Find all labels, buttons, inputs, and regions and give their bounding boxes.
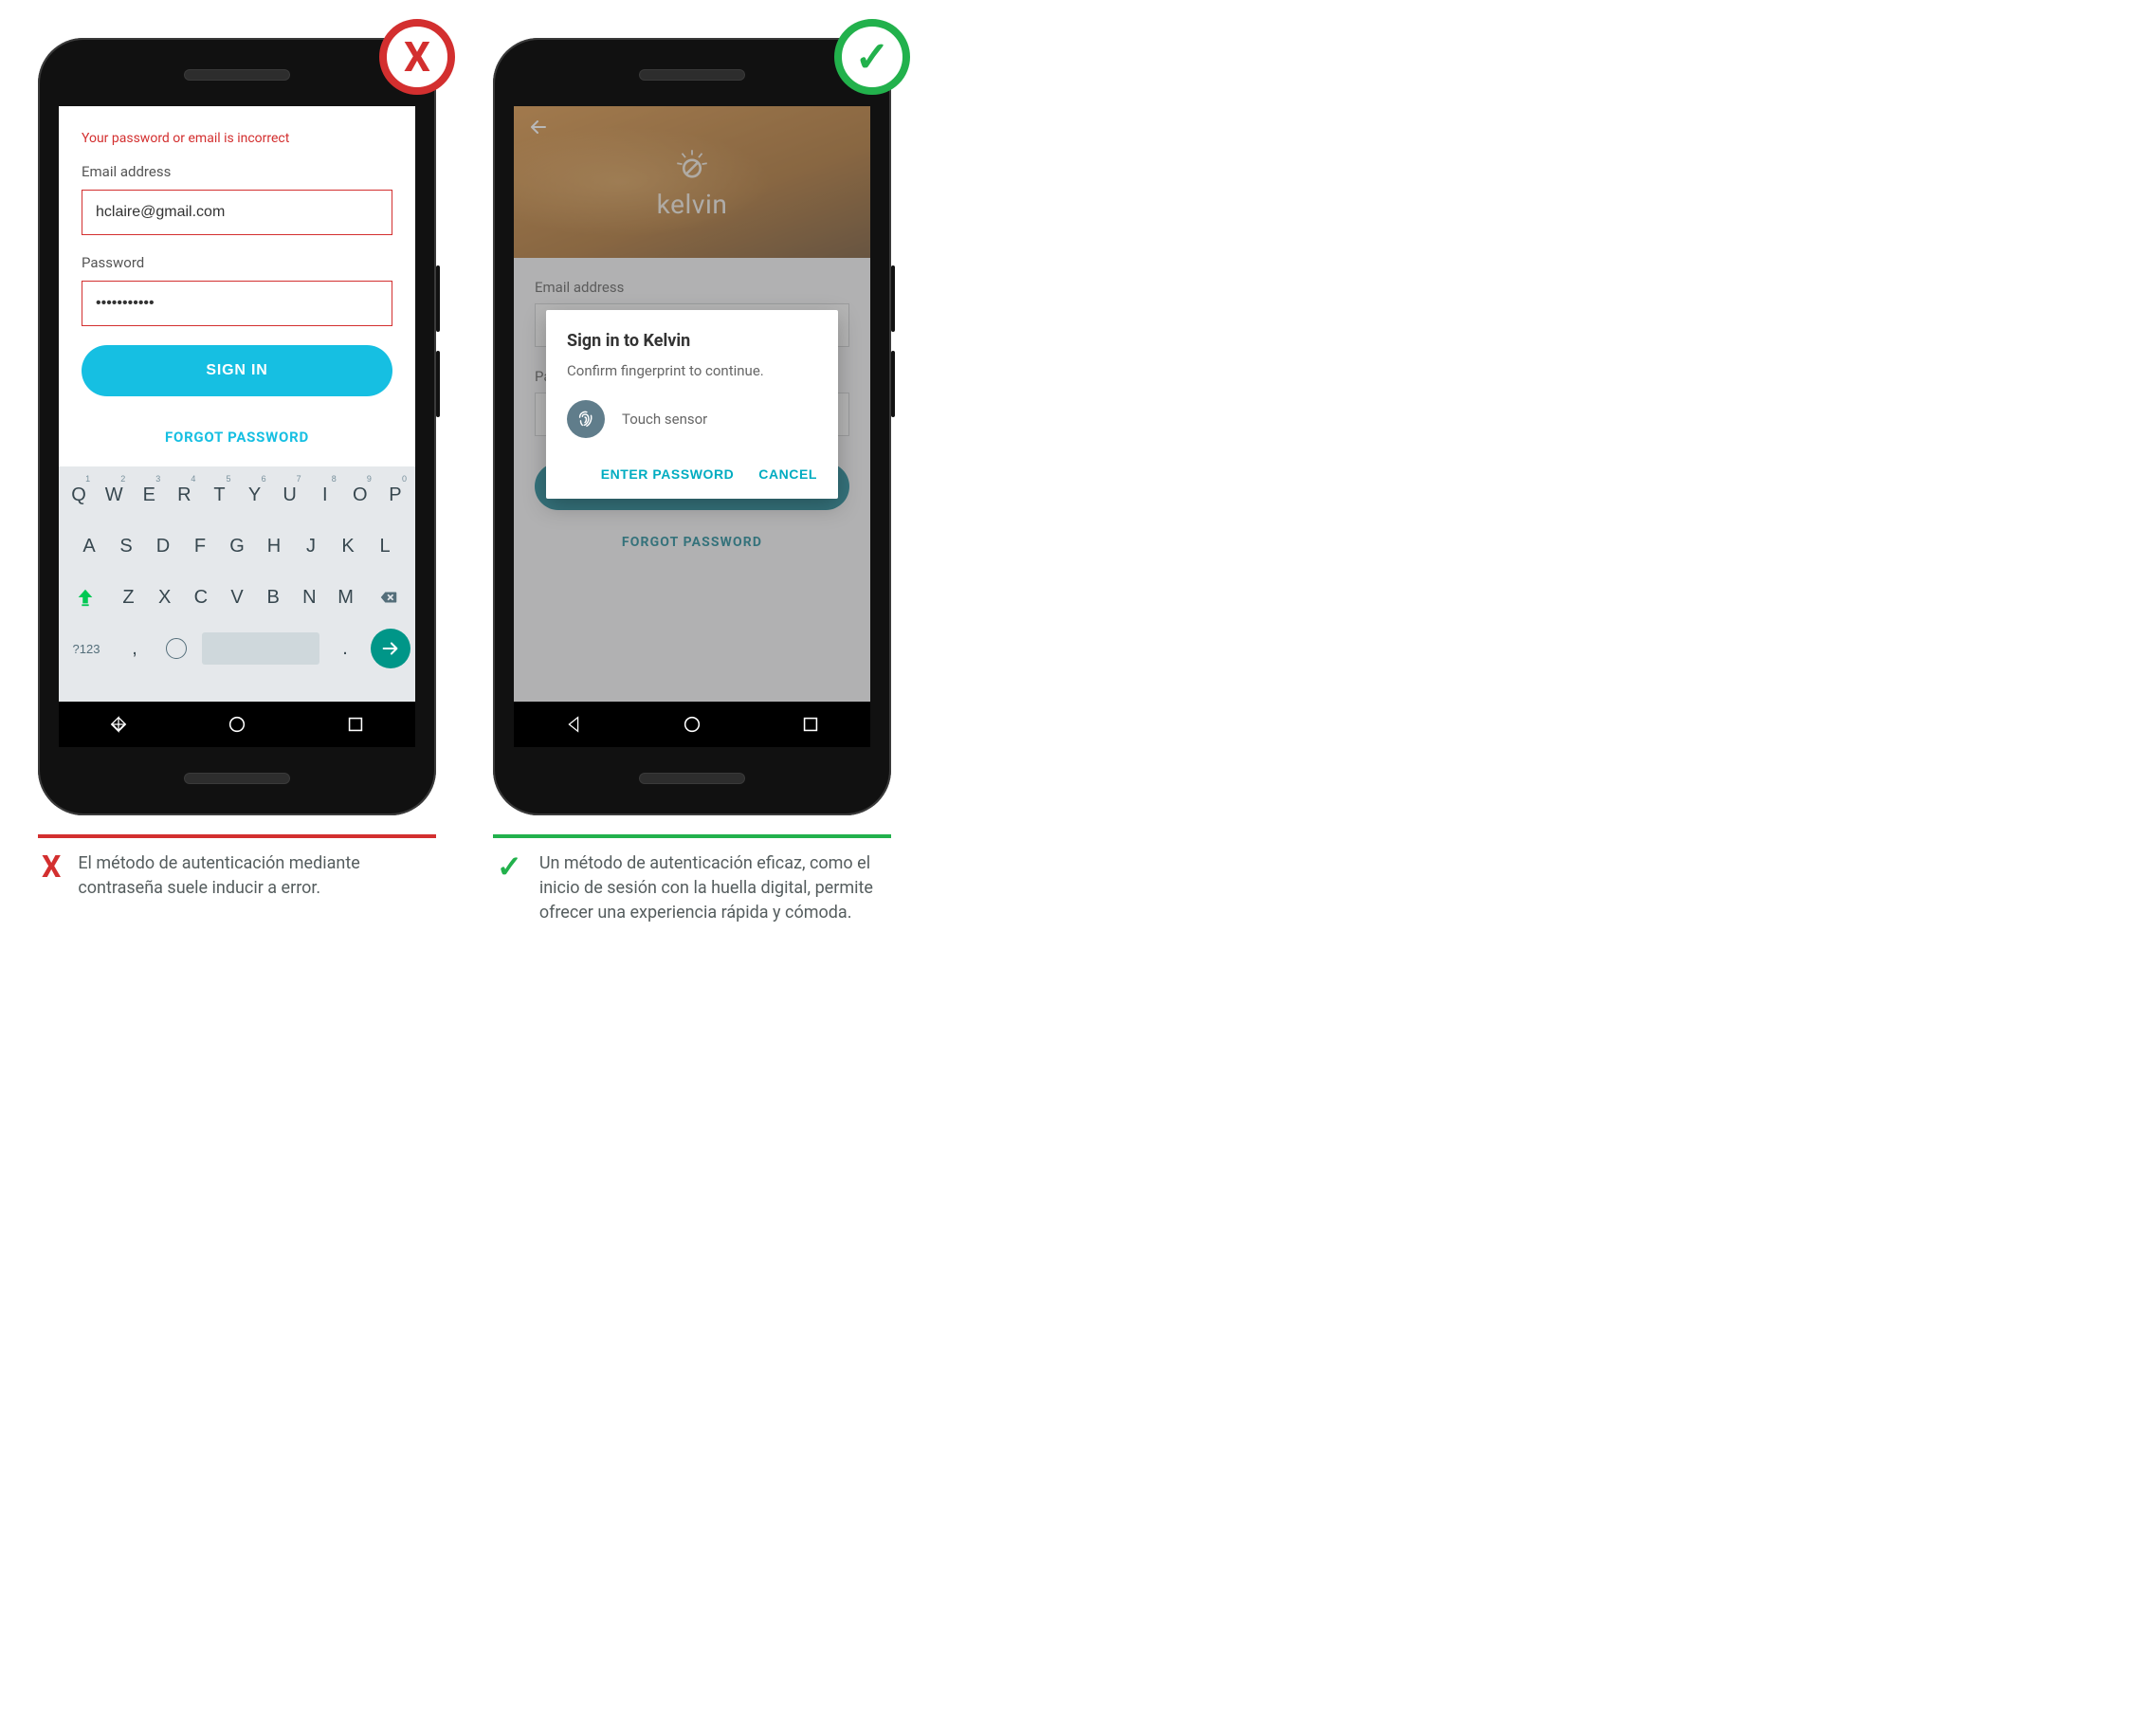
key-u[interactable]: U7 [275, 474, 305, 516]
dot-key[interactable]: . [329, 628, 361, 669]
caption-wrong: X El método de autenticación mediante co… [38, 838, 436, 901]
app-content-right: kelvin Email address Password SIGN IN FO… [514, 106, 870, 702]
key-e[interactable]: E3 [134, 474, 164, 516]
key-b[interactable]: B [258, 576, 289, 618]
error-message: Your password or email is incorrect [82, 131, 392, 146]
key-f[interactable]: F [184, 525, 216, 567]
dialog-subtitle: Confirm fingerprint to continue. [567, 362, 817, 379]
on-screen-keyboard: Q1W2E3R4T5Y6U7I8O9P0 ASDFGHJKL ZXCVBNM ?… [59, 466, 415, 702]
caption-text-right: Un método de autenticación eficaz, como … [539, 851, 887, 925]
phone-speaker-top [185, 70, 289, 80]
key-x[interactable]: X [149, 576, 180, 618]
nav-recent-icon[interactable] [345, 714, 366, 735]
phone-side-button [436, 265, 440, 332]
password-label: Password [82, 254, 392, 271]
phone-side-button [891, 351, 895, 417]
key-p[interactable]: P0 [380, 474, 410, 516]
nav-recent-icon[interactable] [800, 714, 821, 735]
screen-left: Your password or email is incorrect Emai… [59, 106, 415, 747]
phone-frame-right: kelvin Email address Password SIGN IN FO… [493, 38, 891, 815]
forgot-password-link-partial[interactable]: FORGOT PASSWORD [82, 429, 392, 446]
comma-key[interactable]: , [118, 628, 151, 669]
phone-frame-left: Your password or email is incorrect Emai… [38, 38, 436, 815]
key-y[interactable]: Y6 [240, 474, 270, 516]
key-l[interactable]: L [369, 525, 401, 567]
key-n[interactable]: N [294, 576, 325, 618]
key-g[interactable]: G [221, 525, 253, 567]
cancel-button[interactable]: CANCEL [758, 466, 817, 482]
fingerprint-dialog: Sign in to Kelvin Confirm fingerprint to… [546, 310, 838, 499]
enter-key[interactable] [371, 629, 410, 668]
key-j[interactable]: J [295, 525, 327, 567]
nav-home-icon[interactable] [227, 714, 247, 735]
spacebar-key[interactable] [202, 632, 319, 665]
globe-icon [166, 638, 187, 659]
phone-speaker-top [640, 70, 744, 80]
key-q[interactable]: Q1 [64, 474, 94, 516]
key-a[interactable]: A [73, 525, 105, 567]
shift-key[interactable] [64, 576, 108, 618]
wrong-badge: X [379, 19, 455, 95]
key-t[interactable]: T5 [204, 474, 234, 516]
key-c[interactable]: C [185, 576, 216, 618]
backspace-key[interactable] [366, 576, 410, 618]
caption-check-icon: ✓ [497, 851, 522, 925]
dialog-title: Sign in to Kelvin [567, 331, 817, 351]
key-v[interactable]: V [221, 576, 252, 618]
key-s[interactable]: S [110, 525, 142, 567]
wrong-badge-x: X [404, 32, 430, 82]
key-m[interactable]: M [330, 576, 361, 618]
enter-password-button[interactable]: ENTER PASSWORD [601, 466, 735, 482]
app-content-left: Your password or email is incorrect Emai… [59, 106, 415, 702]
android-navbar [59, 702, 415, 747]
nav-back-icon[interactable] [108, 714, 129, 735]
sign-in-button[interactable]: SIGN IN [82, 345, 392, 396]
key-w[interactable]: W2 [99, 474, 129, 516]
email-field[interactable] [82, 190, 392, 235]
key-o[interactable]: O9 [345, 474, 375, 516]
key-k[interactable]: K [332, 525, 364, 567]
globe-key[interactable] [160, 628, 192, 669]
key-r[interactable]: R4 [169, 474, 199, 516]
key-i[interactable]: I8 [310, 474, 340, 516]
phone-side-button [436, 351, 440, 417]
caption-x-icon: X [42, 851, 61, 901]
android-navbar [514, 702, 870, 747]
phone-speaker-bottom [185, 774, 289, 783]
right-badge: ✓ [834, 19, 910, 95]
email-label: Email address [82, 163, 392, 180]
phone-side-button [891, 265, 895, 332]
screen-right: kelvin Email address Password SIGN IN FO… [514, 106, 870, 747]
right-example-panel: ✓ [493, 38, 891, 925]
touch-sensor-label: Touch sensor [622, 411, 707, 428]
password-field[interactable] [82, 281, 392, 326]
symbols-key[interactable]: ?123 [64, 628, 109, 669]
right-badge-check: ✓ [855, 32, 890, 82]
key-h[interactable]: H [258, 525, 290, 567]
nav-home-icon[interactable] [682, 714, 702, 735]
wrong-example-panel: X Your password or email is incorrect Em… [38, 38, 436, 901]
fingerprint-icon [567, 400, 605, 438]
dialog-scrim: Sign in to Kelvin Confirm fingerprint to… [514, 106, 870, 702]
caption-text-wrong: El método de autenticación mediante cont… [78, 851, 432, 901]
key-d[interactable]: D [147, 525, 179, 567]
caption-right: ✓ Un método de autenticación eficaz, com… [493, 838, 891, 925]
key-z[interactable]: Z [113, 576, 144, 618]
nav-back-icon[interactable] [563, 714, 584, 735]
phone-speaker-bottom [640, 774, 744, 783]
